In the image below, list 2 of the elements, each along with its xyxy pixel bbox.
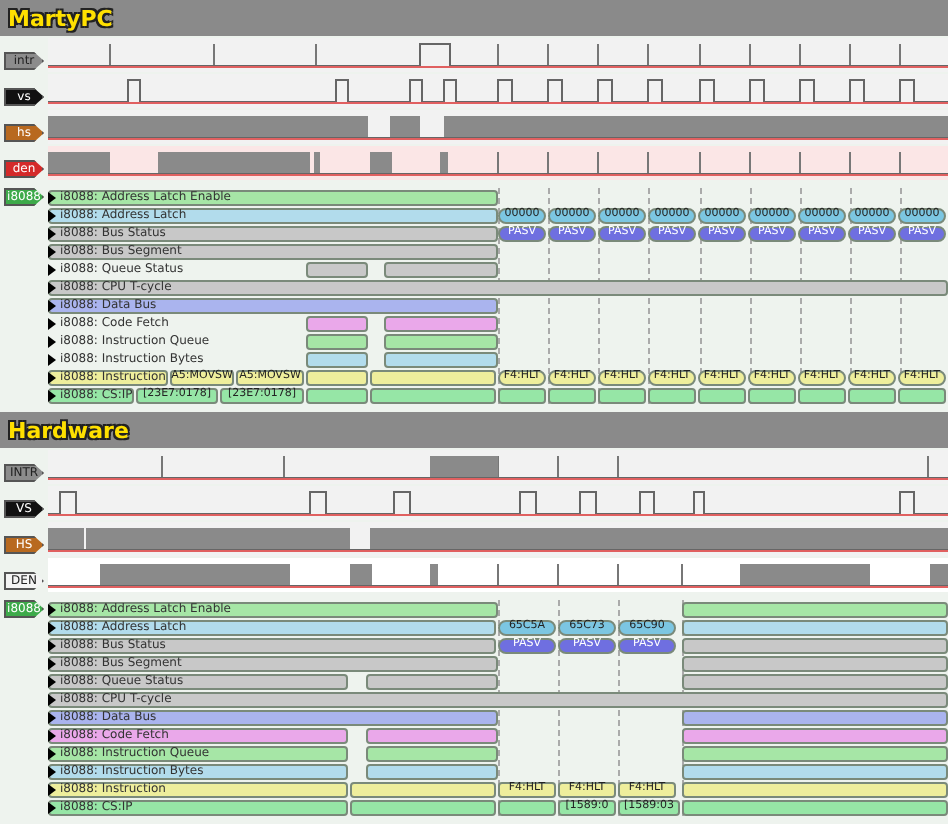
panel-title: MartyPC (8, 7, 113, 29)
panel-title: Hardware (8, 419, 129, 441)
